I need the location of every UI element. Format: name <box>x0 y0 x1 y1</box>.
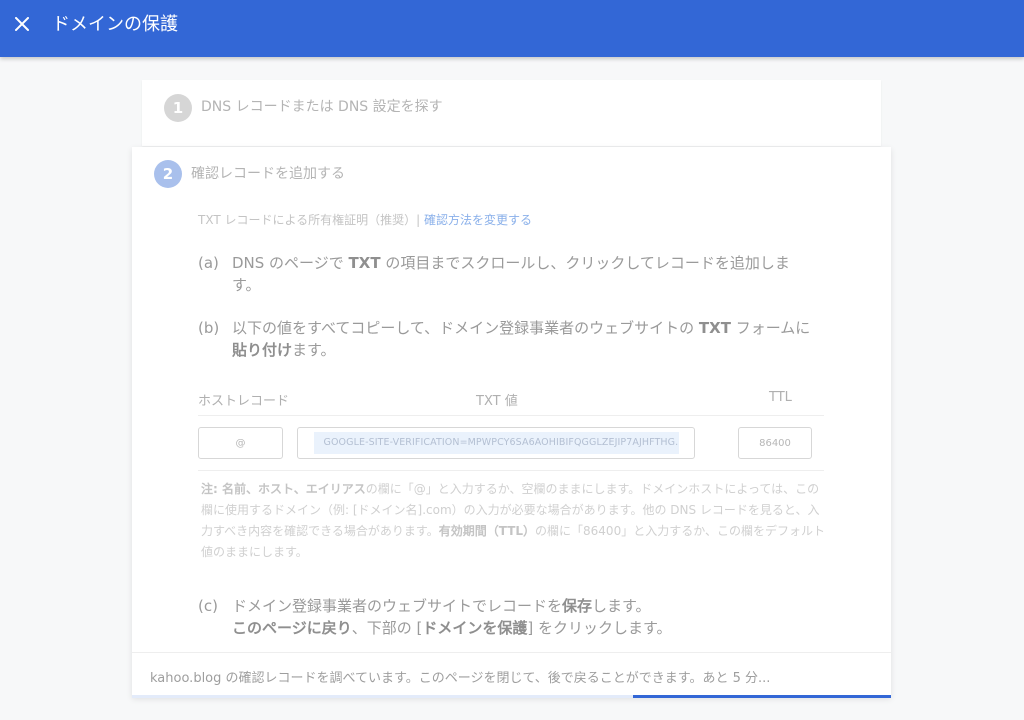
host-record-header: ホストレコード <box>198 394 290 409</box>
instruction-c-part: 、下部の [ <box>351 619 423 637</box>
instruction-b-part: フォームに <box>730 319 811 337</box>
txt-value-header: TXT 値 <box>476 394 518 409</box>
instruction-c-text: ドメイン登録事業者のウェブサイトでレコードを保存します。このページに戻り、下部の… <box>232 595 812 639</box>
verification-method-label: TXT レコードによる所有権証明（推奨）| <box>198 213 421 227</box>
app-bar: ドメインの保護 <box>0 0 1024 57</box>
instruction-b-text: 以下の値をすべてコピーして、ドメイン登録事業者のウェブサイトの TXT フォーム… <box>232 317 812 361</box>
table-header-divider <box>198 415 824 416</box>
txt-value-field[interactable]: GOOGLE-SITE-VERIFICATION=MPWPCY6SA6AOHIB… <box>297 427 695 459</box>
table-row-divider <box>198 470 824 471</box>
step-2-card: 2 確認レコードを追加する TXT レコードによる所有権証明（推奨）| 確認方法… <box>132 147 891 698</box>
instruction-b-marker: (b) <box>198 319 220 337</box>
progress-bar <box>132 695 891 698</box>
instruction-c-part: ] をクリックします。 <box>527 619 672 637</box>
instruction-a-bold: TXT <box>348 254 381 272</box>
instruction-c: (c) ドメイン登録事業者のウェブサイトでレコードを保存します。このページに戻り… <box>198 595 838 639</box>
instruction-a-text: DNS のページで TXT の項目までスクロールし、クリックしてレコードを追加し… <box>232 252 812 296</box>
instruction-b: (b) 以下の値をすべてコピーして、ドメイン登録事業者のウェブサイトの TXT … <box>198 317 838 361</box>
status-bar: kahoo.blog の確認レコードを調べています。このページを閉じて、後で戻る… <box>132 652 891 698</box>
host-record-field[interactable]: @ <box>198 427 283 459</box>
verification-method-line: TXT レコードによる所有権証明（推奨）| 確認方法を変更する <box>198 211 532 228</box>
instruction-b-bold: TXT <box>698 319 731 337</box>
note-bold: 有効期間（TTL） <box>438 524 536 538</box>
note-text: 注: 名前、ホスト、エイリアスの欄に「@」と入力するか、空欄のままにします。ドメ… <box>201 479 829 563</box>
txt-value[interactable]: GOOGLE-SITE-VERIFICATION=MPWPCY6SA6AOHIB… <box>313 432 679 454</box>
instruction-c-bold: このページに戻り <box>232 619 352 637</box>
step-1-number: 1 <box>164 94 192 122</box>
step-2-title: 確認レコードを追加する <box>191 166 345 182</box>
change-method-link[interactable]: 確認方法を変更する <box>424 213 532 227</box>
host-record-value: @ <box>235 437 246 449</box>
instruction-c-bold: ドメインを保護 <box>422 619 528 637</box>
instruction-b-part: 以下の値をすべてコピーして、ドメイン登録事業者のウェブサイトの <box>232 319 699 337</box>
instruction-b-bold: 貼り付け <box>232 341 293 359</box>
instruction-c-bold: 保存 <box>562 597 593 615</box>
instruction-b-part: ます。 <box>292 341 336 359</box>
page-title: ドメインの保護 <box>52 14 178 35</box>
close-icon <box>15 17 29 31</box>
step-1-title: DNS レコードまたは DNS 設定を探す <box>201 99 443 115</box>
close-button[interactable] <box>10 12 34 36</box>
ttl-field[interactable]: 86400 <box>738 427 812 459</box>
instruction-a-part: DNS のページで <box>232 254 349 272</box>
instruction-c-part: します。 <box>592 597 651 615</box>
step-2-number: 2 <box>154 160 182 188</box>
instruction-c-marker: (c) <box>198 597 218 615</box>
progress-bar-fill <box>632 695 891 698</box>
ttl-value: 86400 <box>759 437 791 449</box>
instruction-a-marker: (a) <box>198 254 219 272</box>
note-bold: 注: 名前、ホスト、エイリアス <box>201 482 366 496</box>
ttl-header: TTL <box>769 390 792 405</box>
instruction-a: (a) DNS のページで TXT の項目までスクロールし、クリックしてレコード… <box>198 252 838 296</box>
step-1-card[interactable]: 1 DNS レコードまたは DNS 設定を探す <box>142 80 881 146</box>
status-message: kahoo.blog の確認レコードを調べています。このページを閉じて、後で戻る… <box>150 671 771 686</box>
instruction-c-part: ドメイン登録事業者のウェブサイトでレコードを <box>232 597 563 615</box>
